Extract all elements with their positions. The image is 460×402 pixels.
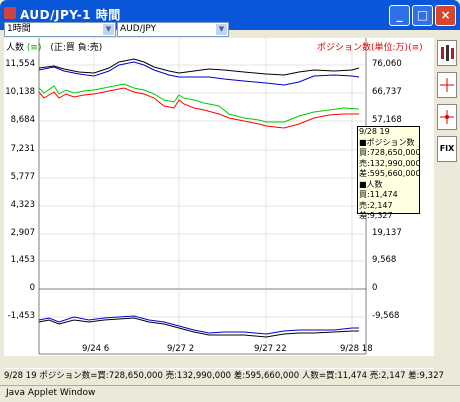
legend-right: ポジション数(単位:万)(≡): [317, 40, 423, 53]
window-title: AUD/JPY-1 時間: [20, 8, 121, 22]
left-axis-tick: 10,138: [5, 87, 35, 97]
left-axis-tick: 11,554: [5, 59, 35, 69]
legend-sign-note: (正:買 負:売): [50, 43, 103, 53]
bars-icon-button[interactable]: [437, 40, 457, 66]
legend-left: 人数 (≡) (正:買 負:売): [6, 40, 102, 53]
legend-red-symbol: (≡): [408, 43, 423, 53]
pair-select[interactable]: AUD/JPY ▼: [117, 22, 229, 37]
legend-green-symbol: (≡): [26, 43, 42, 53]
tooltip-line: 9/28 19: [359, 127, 390, 136]
tooltip-line: 差:595,660,000: [359, 169, 421, 178]
right-axis-tick: 57,168: [372, 115, 402, 125]
tooltip-line: 売:132,990,000: [359, 158, 421, 168]
crosshair-red-icon: [440, 110, 454, 124]
data-tooltip: 9/28 19 ■ポジション数 買:728,650,000 売:132,990,000…: [357, 126, 421, 220]
app-icon: [4, 7, 16, 19]
x-axis-tick: 9/27 22: [254, 344, 287, 354]
legend-left-label: 人数: [6, 43, 25, 53]
left-axis-tick: 4,323: [10, 200, 35, 210]
left-axis-tick: 8,684: [10, 115, 35, 125]
applet-footer: Java Applet Window: [0, 385, 460, 402]
fix-icon: FIX: [439, 144, 455, 153]
right-axis-tick: 19,137: [372, 228, 402, 238]
bars-icon: [441, 45, 454, 61]
chevron-down-icon[interactable]: ▼: [103, 24, 114, 35]
right-axis-tick: 76,060: [372, 59, 402, 69]
line-red: [38, 87, 359, 129]
right-axis-tick: 66,737: [372, 87, 402, 97]
right-axis-tick: 0: [372, 283, 378, 293]
tooltip-line: ■人数: [359, 179, 383, 189]
right-axis-tick: -9,568: [372, 311, 400, 321]
tooltip-line: 売:2,147: [359, 200, 393, 210]
maximize-button[interactable]: □: [412, 5, 433, 26]
x-axis-tick: 9/27 2: [167, 344, 195, 354]
minimize-button[interactable]: _: [389, 5, 410, 26]
tooltip-line: 買:11,474: [359, 190, 398, 199]
left-axis-tick: -1,453: [7, 311, 35, 321]
period-select[interactable]: 1時間 ▼: [4, 22, 116, 37]
right-axis-tick: 9,568: [372, 255, 397, 265]
status-bar: 9/28 19 ポジション数=買:728,650,000 売:132,990,0…: [0, 369, 460, 383]
chevron-down-icon[interactable]: ▼: [216, 24, 227, 35]
x-axis-tick: 9/28 18: [340, 344, 373, 354]
crosshair-icon: [440, 78, 454, 92]
legend-right-label: ポジション数(単位:万): [317, 43, 409, 53]
tooltip-line: 買:728,650,000: [359, 148, 421, 157]
crosshair-red-button[interactable]: [437, 104, 457, 130]
line-black: [38, 58, 360, 76]
pair-value: AUD/JPY: [120, 24, 157, 34]
tooltip-line: 差:9,327: [359, 211, 393, 220]
line-blue-top: [38, 61, 360, 86]
crosshair-button[interactable]: [437, 72, 457, 98]
left-axis-tick: 0: [29, 283, 35, 293]
horizontal-scrollbar[interactable]: [4, 356, 434, 368]
period-value: 1時間: [7, 24, 31, 34]
close-button[interactable]: ×: [435, 5, 456, 26]
left-axis-tick: 2,907: [10, 228, 35, 238]
fix-button[interactable]: FIX: [437, 136, 457, 162]
left-axis-tick: 5,777: [10, 172, 35, 182]
line-green: [38, 83, 360, 123]
left-axis-tick: 7,231: [10, 144, 35, 154]
left-axis-tick: 1,453: [10, 255, 35, 265]
line-black-bottom: [38, 317, 359, 338]
tooltip-line: ■ポジション数: [359, 137, 415, 147]
x-axis-tick: 9/24 6: [82, 344, 110, 354]
line-blue-bottom: [38, 315, 359, 335]
